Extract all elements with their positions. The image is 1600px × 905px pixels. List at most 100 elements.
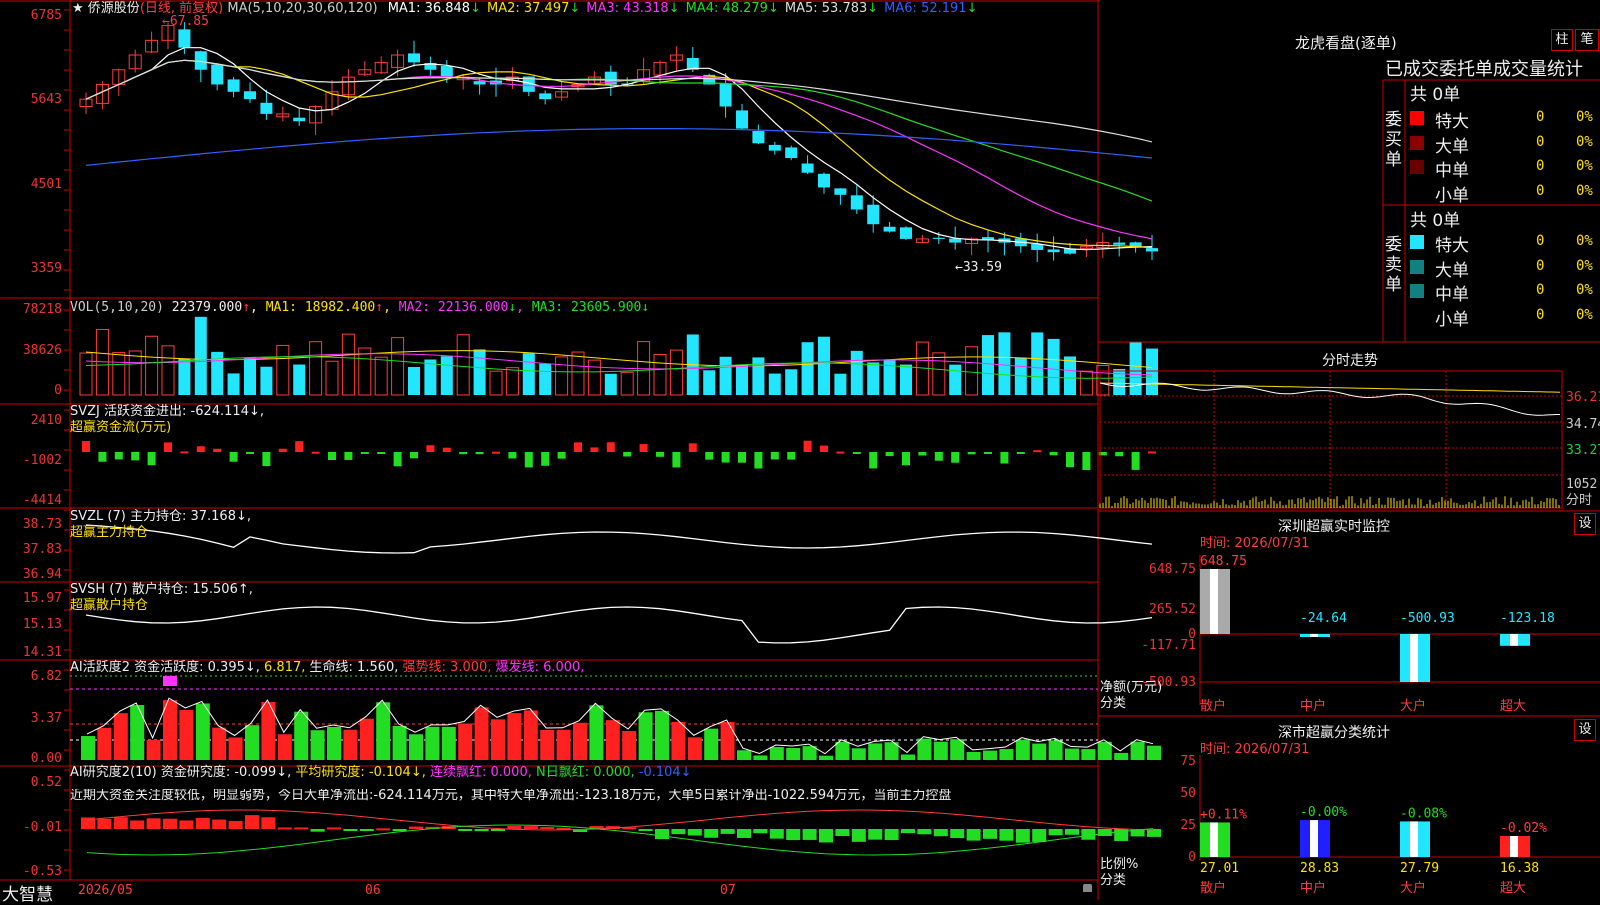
vol-bar — [604, 373, 617, 395]
ai2-bar — [195, 817, 210, 829]
vol-bar — [440, 356, 453, 395]
sell-pct-4: 0% — [1576, 306, 1593, 323]
svzj-bar — [164, 442, 172, 452]
ai2-bar — [704, 829, 719, 838]
svsh-axis-3: 14.31 — [22, 645, 62, 660]
vol-axis-1: 78218 — [22, 302, 62, 317]
vol-bar — [703, 370, 716, 395]
price-axis-4: 3359 — [30, 261, 62, 276]
svzj-bar — [410, 452, 418, 459]
sz-stats-top-3: -0.02% — [1500, 821, 1547, 836]
candle-down — [834, 188, 847, 195]
ai1-bar — [1015, 739, 1030, 760]
svzj-bar — [623, 452, 632, 457]
ma-value-3: MA3: 43.318↓ — [586, 1, 680, 16]
column-view-button[interactable]: 柱 — [1551, 29, 1573, 51]
sell-count-1: 0 — [1536, 233, 1545, 249]
ai1-axis-3: 0.00 — [30, 751, 62, 766]
sz-monitor-value-3: -123.18 — [1500, 611, 1555, 626]
ma-values: MA1: 36.848↓ MA2: 37.497↓ MA3: 43.318↓ MA4:… — [382, 1, 978, 16]
ai2-bar — [113, 817, 128, 829]
ai1-bar — [786, 748, 801, 760]
svzj-bar — [754, 452, 763, 469]
intraday-axis-1: 36.21 — [1566, 390, 1600, 405]
vol-bar — [555, 356, 569, 396]
ai2-bar — [294, 827, 309, 830]
ai1-bar — [589, 705, 604, 760]
vol-bar — [276, 344, 290, 396]
ai1-axis-2: 3.37 — [30, 711, 62, 726]
svzj-bar — [705, 452, 714, 460]
ai1-bar — [179, 709, 194, 760]
sell-name-1: 特大 — [1435, 236, 1469, 256]
ma5-line — [85, 59, 1153, 143]
ai2-bar — [851, 829, 866, 842]
lock-icon[interactable] — [1083, 884, 1092, 892]
stroke-view-button[interactable]: 笔 — [1575, 29, 1599, 51]
vol-bar — [128, 350, 142, 396]
vol-bar — [194, 316, 207, 395]
ai2-bar — [753, 829, 768, 834]
svzj-bar — [688, 443, 697, 452]
ai1-bar — [999, 749, 1014, 760]
ai1-bar — [212, 727, 227, 760]
ai2-bar — [1081, 829, 1096, 840]
sz-monitor-settings-button[interactable]: 设 — [1574, 513, 1596, 535]
vol-bar — [374, 356, 388, 396]
svzj-bar — [262, 452, 271, 467]
candle-down — [1113, 242, 1126, 245]
sell-name-3: 中单 — [1435, 285, 1469, 305]
svzj-bar — [524, 452, 533, 468]
ai1-bar — [901, 754, 915, 760]
svzj-bar — [180, 451, 189, 454]
sz-stats-axis-3: 0 — [1188, 850, 1196, 865]
ai2-comment: 近期大资金关注度较低，明显弱势，今日大单净流出:-624.114万元，其中特大单… — [70, 789, 952, 803]
vol-bar — [424, 359, 437, 395]
ai1-bar — [1114, 752, 1129, 760]
sz-monitor-value-0: 648.75 — [1200, 554, 1247, 569]
candle-down — [867, 204, 880, 225]
ai2-bar — [359, 829, 374, 831]
dragon-tabs[interactable]: 已成交委托单成交量统计 — [1385, 55, 1583, 81]
svzj-bar — [1016, 452, 1025, 454]
sz-stats-cat-1: 中户 — [1300, 880, 1326, 896]
ai1-bar — [671, 721, 686, 760]
ai2-bar — [720, 829, 735, 834]
ai1-bar — [474, 707, 489, 760]
ai2-bar — [179, 820, 194, 829]
ma-value-6: MA6: 52.191↓ — [884, 1, 978, 16]
ai1-bar — [605, 720, 620, 760]
svzj-bar — [1049, 452, 1058, 456]
svzl-header: SVZL (7) 主力持仓: 37.168↓, — [70, 509, 251, 524]
svzj-bar — [934, 452, 943, 461]
sell-swatch-4 — [1410, 308, 1424, 323]
ai2-bar — [376, 828, 391, 831]
sz-stats-settings-button[interactable]: 设 — [1574, 719, 1596, 741]
svzj-bar — [295, 441, 304, 452]
svzj-bar — [131, 452, 140, 461]
vol-bar — [244, 357, 256, 395]
ai1-bar — [769, 747, 784, 760]
svzj-bar — [246, 452, 254, 454]
sell-pct-2: 0% — [1576, 257, 1593, 274]
stock-name[interactable]: 侨源股份 — [88, 1, 140, 16]
ai1-axis-1: 6.82 — [30, 669, 62, 684]
ai1-bar — [1032, 743, 1047, 760]
svzj-bar — [820, 445, 828, 452]
ai1-bar — [113, 713, 128, 760]
ai2-bar — [966, 829, 981, 841]
brand-logo[interactable]: 大智慧 — [2, 880, 53, 905]
ma-value-1: MA1: 36.848↓ — [387, 1, 481, 16]
svzj-bar — [475, 452, 484, 455]
svzj-bar — [672, 452, 681, 468]
ai1-bar — [195, 703, 210, 760]
candle-down — [539, 93, 552, 100]
price-axis-2: 5643 — [30, 92, 62, 107]
vol-bar — [818, 336, 830, 395]
candle-down — [736, 110, 748, 129]
sz-stats-bottom-3: 16.38 — [1500, 861, 1539, 876]
vol-bar — [1031, 332, 1044, 395]
svzj-bar — [869, 452, 878, 469]
candle-down — [1031, 244, 1044, 250]
vol-bar — [1113, 368, 1126, 395]
